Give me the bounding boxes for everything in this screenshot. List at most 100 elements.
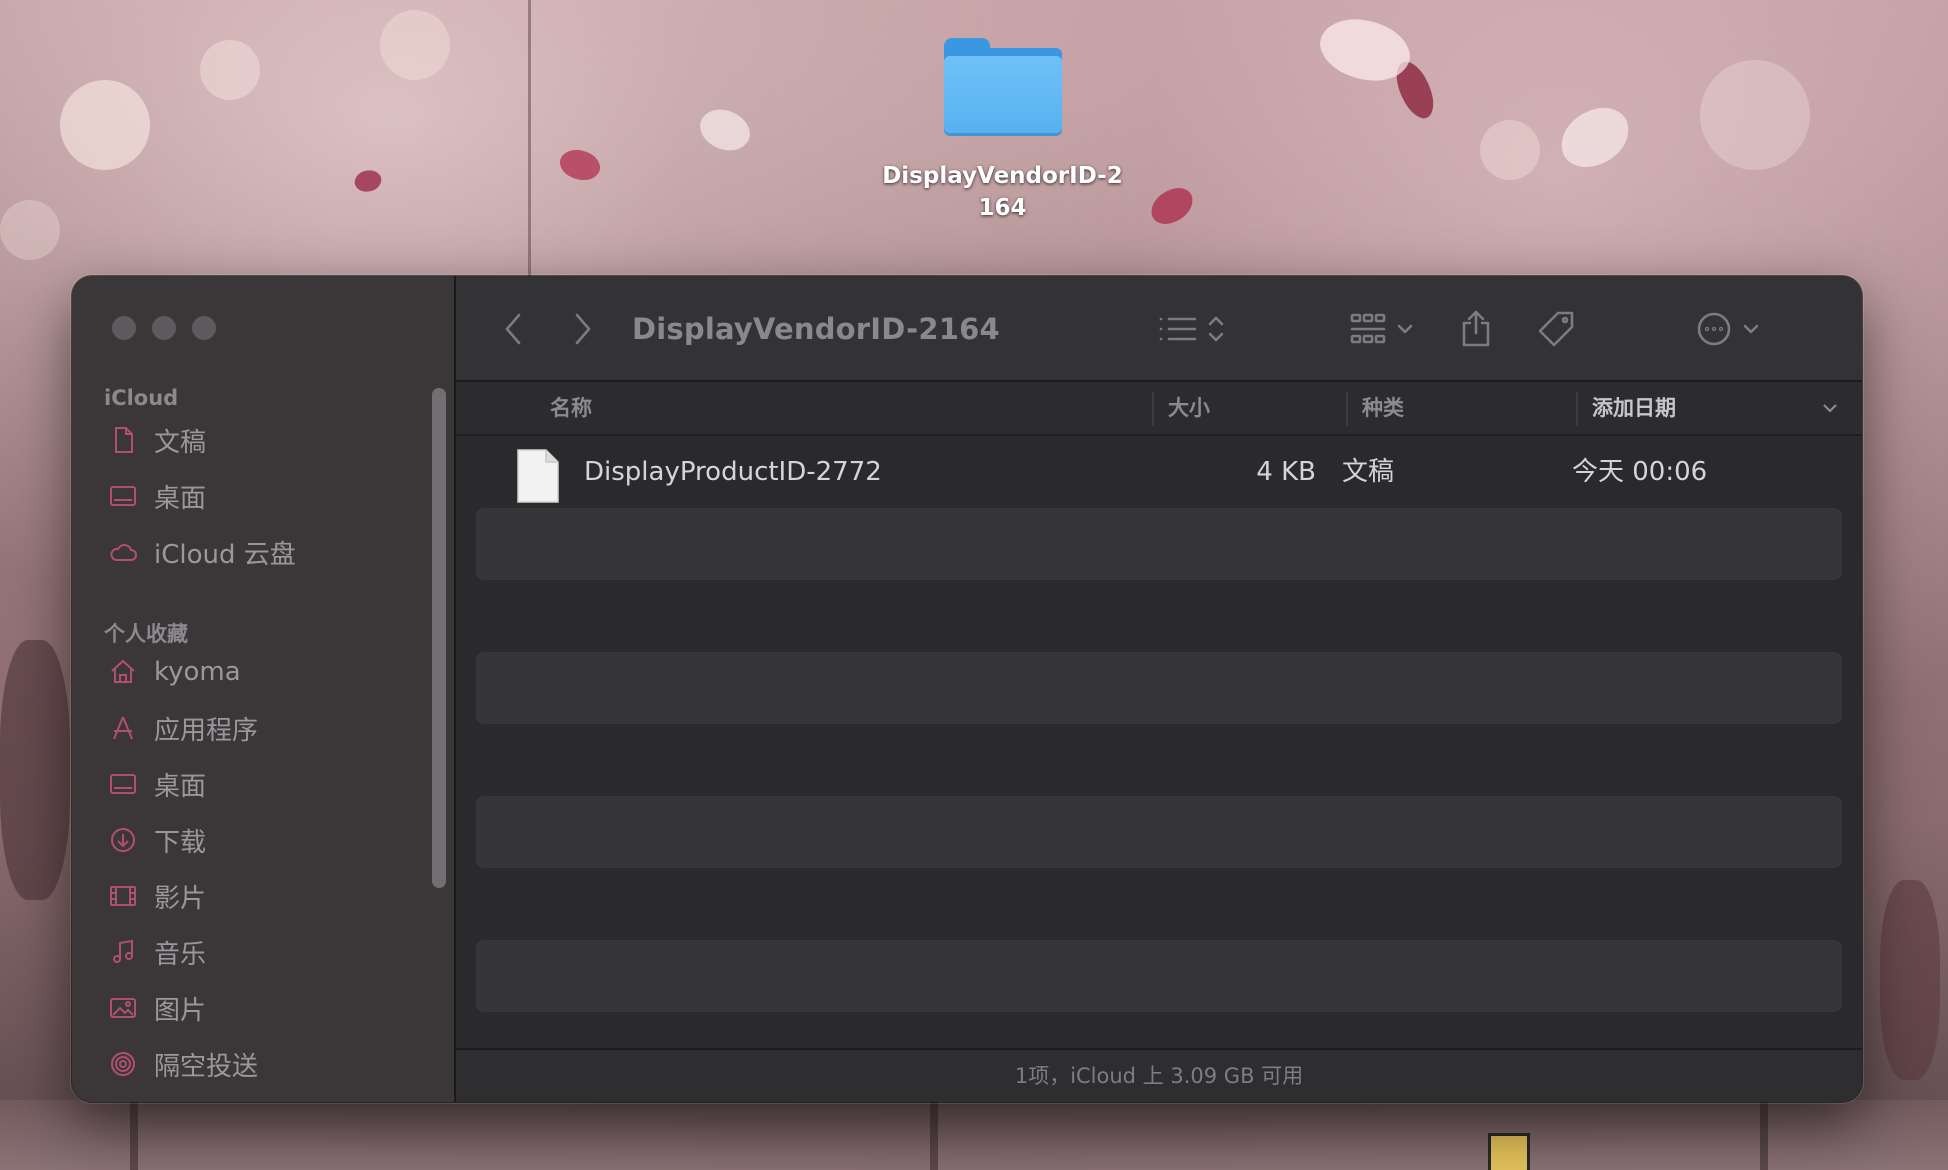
wallpaper-post bbox=[1760, 1100, 1768, 1170]
wallpaper-petal bbox=[1145, 183, 1199, 229]
sidebar-item-label: 音乐 bbox=[154, 939, 207, 970]
sidebar-item-label: kyoma bbox=[154, 657, 241, 687]
group-button[interactable] bbox=[1342, 308, 1422, 350]
share-button[interactable] bbox=[1456, 308, 1496, 350]
wallpaper-sticky-note bbox=[1488, 1133, 1530, 1170]
tag-button[interactable] bbox=[1534, 308, 1578, 350]
download-icon bbox=[106, 823, 140, 857]
file-browser: DisplayVendorID-2164 名称 大小 种类 添加日期 Displ… bbox=[456, 276, 1862, 1102]
document-file-icon bbox=[517, 449, 559, 503]
sidebar-item-icloud-desktop[interactable]: 桌面 bbox=[106, 474, 206, 518]
sidebar-item-home[interactable]: kyoma bbox=[106, 650, 241, 694]
empty-row bbox=[476, 940, 1842, 1012]
sidebar-item-pictures[interactable]: 图片 bbox=[106, 986, 206, 1030]
column-separator[interactable] bbox=[1152, 392, 1154, 426]
column-separator[interactable] bbox=[1346, 392, 1348, 426]
status-bar: 1项，iCloud 上 3.09 GB 可用 bbox=[456, 1048, 1862, 1102]
column-kind[interactable]: 种类 bbox=[1362, 382, 1404, 434]
sidebar-item-label: 桌面 bbox=[154, 771, 207, 802]
back-button[interactable] bbox=[496, 308, 530, 350]
chevron-left-icon bbox=[505, 313, 521, 345]
folder-icon bbox=[942, 36, 1064, 138]
wallpaper-post bbox=[930, 1100, 938, 1170]
toolbar: DisplayVendorID-2164 bbox=[456, 276, 1862, 382]
sidebar-item-music[interactable]: 音乐 bbox=[106, 930, 206, 974]
wallpaper-bokeh bbox=[380, 10, 450, 80]
close-window-button[interactable] bbox=[112, 316, 136, 340]
forward-button[interactable] bbox=[566, 308, 600, 350]
wallpaper-bottom bbox=[0, 1100, 1948, 1170]
tag-icon bbox=[1538, 311, 1574, 347]
column-date-added[interactable]: 添加日期 bbox=[1592, 382, 1676, 434]
sidebar-item-label: iCloud 云盘 bbox=[154, 539, 296, 570]
wallpaper-bokeh bbox=[1480, 120, 1540, 180]
wallpaper-petal bbox=[555, 142, 605, 188]
list-view-icon bbox=[1159, 317, 1197, 341]
empty-row bbox=[476, 868, 1842, 940]
sidebar-item-applications[interactable]: 应用程序 bbox=[106, 706, 258, 750]
wallpaper-bokeh bbox=[200, 40, 260, 100]
wallpaper-bokeh bbox=[0, 200, 60, 260]
share-icon bbox=[1462, 310, 1490, 347]
sidebar-item-movies[interactable]: 影片 bbox=[106, 874, 206, 918]
sidebar-item-airdrop[interactable]: 隔空投送 bbox=[106, 1042, 258, 1086]
view-list-button[interactable] bbox=[1152, 308, 1232, 350]
search-button[interactable] bbox=[1858, 308, 1862, 350]
sidebar-item-label: 影片 bbox=[154, 883, 207, 914]
wallpaper-figure bbox=[1880, 880, 1940, 1080]
chevron-right-icon bbox=[575, 313, 591, 345]
column-name[interactable]: 名称 bbox=[550, 382, 592, 434]
chevron-down-icon bbox=[1397, 324, 1413, 334]
wallpaper-bokeh bbox=[60, 80, 150, 170]
desktop-folder[interactable]: DisplayVendorID-2164 bbox=[880, 36, 1125, 224]
finder-window: iCloud 文稿 桌面 iCloud 云盘 个人收藏 kyoma 应用程序 桌… bbox=[72, 276, 1862, 1102]
sidebar-item-downloads[interactable]: 下载 bbox=[106, 818, 206, 862]
search-icon bbox=[1860, 311, 1862, 347]
applications-icon bbox=[106, 711, 140, 745]
chevron-down-icon bbox=[1743, 324, 1759, 334]
ellipsis-circle-icon bbox=[1697, 312, 1731, 346]
updown-chevron-icon bbox=[1208, 316, 1224, 342]
more-actions-button[interactable] bbox=[1690, 308, 1766, 350]
chevron-down-icon[interactable] bbox=[1820, 398, 1840, 418]
cloud-icon bbox=[106, 535, 140, 569]
desktop-icon bbox=[106, 767, 140, 801]
file-size: 4 KB bbox=[1256, 457, 1316, 487]
wallpaper-petal bbox=[353, 167, 383, 195]
window-title: DisplayVendorID-2164 bbox=[632, 312, 1000, 346]
window-controls bbox=[112, 316, 216, 340]
photo-icon bbox=[106, 991, 140, 1025]
desktop-icon bbox=[106, 479, 140, 513]
sidebar-item-label: 文稿 bbox=[154, 427, 207, 458]
wallpaper-petal bbox=[692, 98, 758, 162]
zoom-window-button[interactable] bbox=[192, 316, 216, 340]
wallpaper-beam bbox=[528, 0, 531, 280]
sidebar-item-desktop[interactable]: 桌面 bbox=[106, 762, 206, 806]
empty-row bbox=[476, 508, 1842, 580]
desktop-folder-label: DisplayVendorID-2164 bbox=[882, 163, 1123, 221]
column-separator[interactable] bbox=[1576, 392, 1578, 426]
sidebar-section-icloud: iCloud bbox=[104, 386, 179, 410]
column-header: 名称 大小 种类 添加日期 bbox=[456, 382, 1862, 436]
column-size[interactable]: 大小 bbox=[1168, 382, 1210, 434]
sidebar-item-icloud-documents[interactable]: 文稿 bbox=[106, 418, 206, 462]
empty-row bbox=[476, 796, 1842, 868]
film-icon bbox=[106, 879, 140, 913]
document-icon bbox=[106, 423, 140, 457]
sidebar-item-icloud-drive[interactable]: iCloud 云盘 bbox=[106, 530, 296, 574]
grid-group-icon bbox=[1350, 313, 1386, 344]
sidebar-item-label: 应用程序 bbox=[154, 715, 259, 746]
file-name: DisplayProductID-2772 bbox=[584, 457, 882, 487]
airdrop-icon bbox=[106, 1047, 140, 1081]
empty-row bbox=[476, 724, 1842, 796]
empty-row bbox=[476, 652, 1842, 724]
file-date-added: 今天 00:06 bbox=[1572, 457, 1708, 487]
sidebar-scrollbar[interactable] bbox=[432, 388, 446, 888]
sidebar-item-label: 下载 bbox=[154, 827, 207, 858]
table-row[interactable]: DisplayProductID-2772 4 KB 文稿 今天 00:06 bbox=[476, 436, 1842, 508]
empty-row bbox=[476, 580, 1842, 652]
sidebar-item-label: 桌面 bbox=[154, 483, 207, 514]
music-icon bbox=[106, 935, 140, 969]
minimize-window-button[interactable] bbox=[152, 316, 176, 340]
wallpaper-petal bbox=[1554, 101, 1636, 174]
